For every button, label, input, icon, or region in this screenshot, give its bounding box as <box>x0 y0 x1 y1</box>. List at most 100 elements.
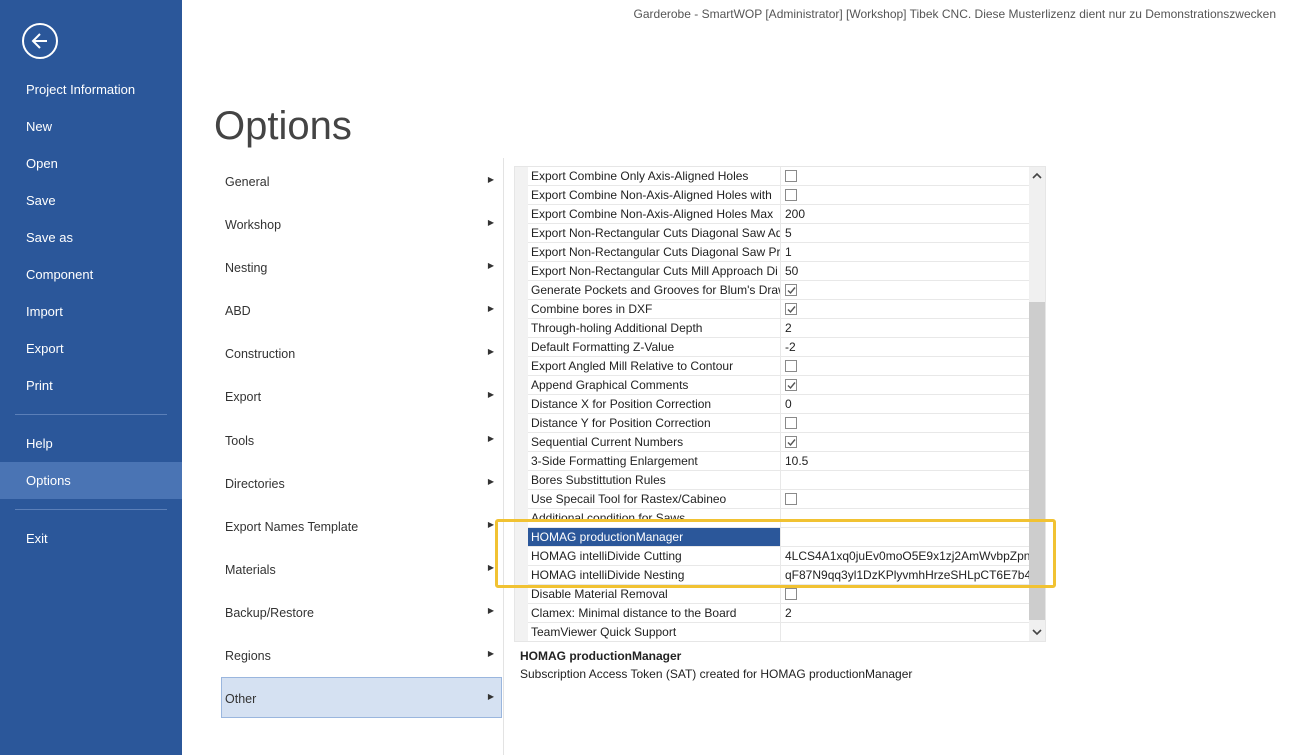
property-row-through-holing-additional-depth[interactable]: Through-holing Additional Depth 2 <box>528 319 1031 338</box>
category-label: Backup/Restore <box>225 606 314 620</box>
sidebar-item-component[interactable]: Component <box>0 256 182 293</box>
scroll-thumb[interactable] <box>1029 302 1045 620</box>
property-checkbox[interactable] <box>785 170 797 182</box>
property-name: Export Angled Mill Relative to Contour <box>528 357 781 375</box>
category-other[interactable]: Other ▶ <box>221 677 502 718</box>
property-row-disable-material-removal[interactable]: Disable Material Removal <box>528 585 1031 604</box>
category-tools[interactable]: Tools ▶ <box>221 419 502 460</box>
property-value[interactable]: 1 <box>781 243 1031 261</box>
property-row-export-angled-mill-relative-to-contour[interactable]: Export Angled Mill Relative to Contour <box>528 357 1031 376</box>
property-row-bores-substittution-rules[interactable]: Bores Substittution Rules <box>528 471 1031 490</box>
back-button[interactable] <box>22 23 58 59</box>
property-row-teamviewer-quick-support[interactable]: TeamViewer Quick Support <box>528 623 1031 641</box>
arrow-left-icon <box>31 33 47 49</box>
property-value[interactable] <box>781 528 1031 546</box>
property-row-distance-y-for-position-correction[interactable]: Distance Y for Position Correction <box>528 414 1031 433</box>
property-value[interactable]: 50 <box>781 262 1031 280</box>
property-row-generate-pockets-and-grooves-for-blum-s-draw[interactable]: Generate Pockets and Grooves for Blum's … <box>528 281 1031 300</box>
property-row-additional-condition-for-saws[interactable]: Additional condition for Saws <box>528 509 1031 528</box>
sidebar-item-import[interactable]: Import <box>0 293 182 330</box>
property-name: Additional condition for Saws <box>528 509 781 527</box>
property-checkbox[interactable] <box>785 379 797 391</box>
category-label: Nesting <box>225 261 268 275</box>
property-checkbox[interactable] <box>785 588 797 600</box>
property-row-distance-x-for-position-correction[interactable]: Distance X for Position Correction 0 <box>528 395 1031 414</box>
category-materials[interactable]: Materials ▶ <box>221 548 502 589</box>
property-value[interactable]: -2 <box>781 338 1031 356</box>
property-value-checkbox-cell <box>781 433 1031 451</box>
category-regions[interactable]: Regions ▶ <box>221 634 502 675</box>
property-row-export-combine-only-axis-aligned-holes[interactable]: Export Combine Only Axis-Aligned Holes <box>528 167 1031 186</box>
property-row-clamex-minimal-distance-to-the-board[interactable]: Clamex: Minimal distance to the Board 2 <box>528 604 1031 623</box>
property-row-export-combine-non-axis-aligned-holes-with[interactable]: Export Combine Non-Axis-Aligned Holes wi… <box>528 186 1031 205</box>
category-directories[interactable]: Directories ▶ <box>221 462 502 503</box>
property-checkbox[interactable] <box>785 417 797 429</box>
property-value[interactable] <box>781 509 1031 527</box>
property-checkbox[interactable] <box>785 360 797 372</box>
chevron-right-icon: ▶ <box>487 218 494 227</box>
property-row-homag-intellidivide-nesting[interactable]: HOMAG intelliDivide Nesting qF87N9qq3yl1D… <box>528 566 1031 585</box>
sidebar-item-new[interactable]: New <box>0 108 182 145</box>
scroll-down-button[interactable] <box>1029 623 1045 641</box>
sidebar-item-project-information[interactable]: Project Information <box>0 71 182 108</box>
property-name: Through-holing Additional Depth <box>528 319 781 337</box>
property-name: Sequential Current Numbers <box>528 433 781 451</box>
property-value[interactable]: 0 <box>781 395 1031 413</box>
property-value[interactable]: 5 <box>781 224 1031 242</box>
property-row-use-specail-tool-for-rastex-cabineo[interactable]: Use Specail Tool for Rastex/Cabineo <box>528 490 1031 509</box>
sidebar-item-exit[interactable]: Exit <box>0 520 182 557</box>
options-window: Project Information New Open Save Save a… <box>0 0 1295 755</box>
category-workshop[interactable]: Workshop ▶ <box>221 203 502 244</box>
category-general[interactable]: General ▶ <box>221 160 502 201</box>
chevron-right-icon: ▶ <box>487 261 494 270</box>
sidebar-item-open[interactable]: Open <box>0 145 182 182</box>
sidebar-item-save[interactable]: Save <box>0 182 182 219</box>
property-value[interactable]: 10.5 <box>781 452 1031 470</box>
sidebar-item-save-as[interactable]: Save as <box>0 219 182 256</box>
chevron-right-icon: ▶ <box>487 477 494 486</box>
property-checkbox[interactable] <box>785 436 797 448</box>
sidebar-item-options[interactable]: Options <box>0 462 182 499</box>
category-export-names-template[interactable]: Export Names Template ▶ <box>221 505 502 546</box>
property-value[interactable]: 4LCS4A1xq0juEv0moO5E9x1zj2AmWvbpZpnx3 <box>781 547 1031 565</box>
property-value[interactable]: 200 <box>781 205 1031 223</box>
property-name: HOMAG productionManager <box>528 528 781 546</box>
property-value[interactable] <box>781 623 1031 641</box>
property-row-export-non-rectangular-cuts-diagonal-saw-ad[interactable]: Export Non-Rectangular Cuts Diagonal Saw… <box>528 224 1031 243</box>
property-value[interactable]: 2 <box>781 604 1031 622</box>
property-row-combine-bores-in-dxf[interactable]: Combine bores in DXF <box>528 300 1031 319</box>
property-checkbox[interactable] <box>785 284 797 296</box>
property-value[interactable]: qF87N9qq3yl1DzKPlyvmhHrzeSHLpCT6E7b4jul <box>781 566 1031 584</box>
category-backup-restore[interactable]: Backup/Restore ▶ <box>221 591 502 632</box>
property-row-homag-intellidivide-cutting[interactable]: HOMAG intelliDivide Cutting 4LCS4A1xq0juE… <box>528 547 1031 566</box>
property-row-export-non-rectangular-cuts-mill-approach-di[interactable]: Export Non-Rectangular Cuts Mill Approac… <box>528 262 1031 281</box>
property-checkbox[interactable] <box>785 303 797 315</box>
property-row-export-combine-non-axis-aligned-holes-max[interactable]: Export Combine Non-Axis-Aligned Holes Ma… <box>528 205 1031 224</box>
property-name: Distance X for Position Correction <box>528 395 781 413</box>
property-checkbox[interactable] <box>785 189 797 201</box>
category-export[interactable]: Export ▶ <box>221 375 502 416</box>
scroll-up-button[interactable] <box>1029 167 1045 185</box>
property-checkbox[interactable] <box>785 493 797 505</box>
category-construction[interactable]: Construction ▶ <box>221 332 502 373</box>
sidebar-item-help[interactable]: Help <box>0 425 182 462</box>
grid-scrollbar[interactable] <box>1029 167 1045 641</box>
property-row-3-side-formatting-enlargement[interactable]: 3-Side Formatting Enlargement 10.5 <box>528 452 1031 471</box>
sidebar-divider <box>15 509 167 510</box>
property-row-append-graphical-comments[interactable]: Append Graphical Comments <box>528 376 1031 395</box>
property-name: Export Non-Rectangular Cuts Diagonal Saw… <box>528 243 781 261</box>
property-name: Bores Substittution Rules <box>528 471 781 489</box>
property-row-sequential-current-numbers[interactable]: Sequential Current Numbers <box>528 433 1031 452</box>
category-abd[interactable]: ABD ▶ <box>221 289 502 330</box>
property-row-default-formatting-z-value[interactable]: Default Formatting Z-Value -2 <box>528 338 1031 357</box>
category-nesting[interactable]: Nesting ▶ <box>221 246 502 287</box>
sidebar-item-print[interactable]: Print <box>0 367 182 404</box>
category-label: Other <box>225 692 257 706</box>
property-value-checkbox-cell <box>781 300 1031 318</box>
property-row-export-non-rectangular-cuts-diagonal-saw-pre[interactable]: Export Non-Rectangular Cuts Diagonal Saw… <box>528 243 1031 262</box>
sidebar-item-export[interactable]: Export <box>0 330 182 367</box>
property-row-homag-productionmanager[interactable]: HOMAG productionManager <box>528 528 1031 547</box>
property-value[interactable]: 2 <box>781 319 1031 337</box>
property-name: 3-Side Formatting Enlargement <box>528 452 781 470</box>
property-value[interactable] <box>781 471 1031 489</box>
